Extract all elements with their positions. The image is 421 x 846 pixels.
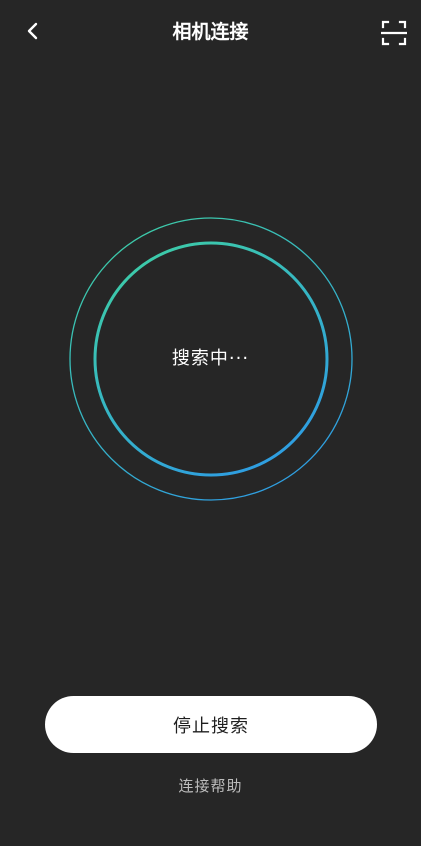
search-status-text: 搜索中··· bbox=[171, 348, 250, 369]
header: 相机连接 bbox=[0, 0, 421, 64]
connection-help-link[interactable]: 连接帮助 bbox=[0, 774, 421, 798]
scan-icon bbox=[381, 20, 407, 46]
scan-button[interactable] bbox=[379, 18, 409, 48]
stop-search-button[interactable]: 停止搜索 bbox=[45, 696, 377, 753]
camera-connect-screen: 相机连接 搜索中··· 停止搜索 连接帮助 bbox=[0, 0, 421, 846]
page-title: 相机连接 bbox=[172, 21, 249, 43]
